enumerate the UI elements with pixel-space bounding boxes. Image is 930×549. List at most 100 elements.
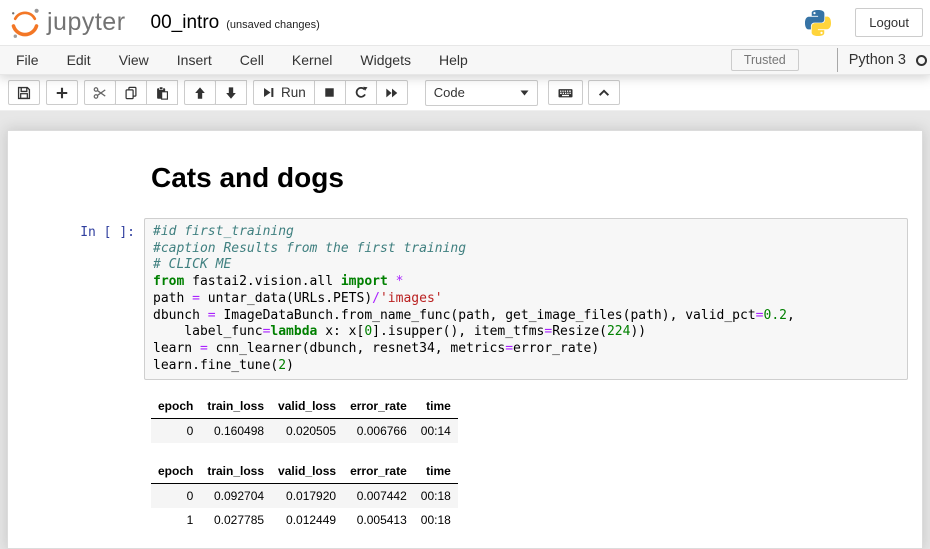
code-cell[interactable]: In [ ]: #id first_training#caption Resul…	[8, 218, 922, 548]
table-row: 00.0927040.0179200.00744200:18	[151, 484, 458, 509]
code-line: dbunch = ImageDataBunch.from_name_func(p…	[153, 308, 899, 325]
column-header: error_rate	[343, 459, 414, 484]
menubar-right: Trusted Python 3	[731, 48, 930, 72]
column-header: epoch	[151, 459, 200, 484]
table-cell: 0.017920	[271, 484, 343, 509]
code-line: learn.fine_tune(2)	[153, 358, 899, 375]
training-table-1: epochtrain_lossvalid_losserror_ratetime0…	[151, 394, 458, 443]
toggle-toolbar-button[interactable]	[588, 80, 620, 105]
kernel-idle-icon	[916, 55, 927, 66]
code-line: #id first_training	[153, 224, 899, 241]
table-cell: 0.020505	[271, 419, 343, 444]
markdown-cell-prompt	[8, 162, 144, 194]
jupyter-logo-icon	[8, 6, 42, 40]
code-editor[interactable]: #id first_training#caption Results from …	[144, 218, 908, 380]
paste-cell-button[interactable]	[146, 80, 178, 105]
restart-icon	[354, 86, 368, 100]
run-label: Run	[281, 85, 306, 100]
menu-item-view[interactable]: View	[105, 47, 163, 73]
table-cell: 0.007442	[343, 484, 414, 509]
logout-button[interactable]: Logout	[855, 8, 923, 37]
table-cell: 00:18	[414, 508, 458, 532]
trusted-badge[interactable]: Trusted	[731, 49, 799, 71]
move-cell-down-button[interactable]	[215, 80, 247, 105]
menubar: File Edit View Insert Cell Kernel Widget…	[0, 45, 930, 75]
cell-type-select[interactable]: Code	[425, 80, 538, 106]
brand-text: jupyter	[47, 8, 126, 37]
menu-item-edit[interactable]: Edit	[53, 47, 105, 73]
code-line: # CLICK ME	[153, 257, 899, 274]
notebook-title[interactable]: 00_intro	[151, 12, 220, 34]
add-cell-icon	[55, 86, 69, 100]
menu-item-file[interactable]: File	[2, 47, 53, 73]
table-cell: 0.027785	[200, 508, 271, 532]
cut-icon	[93, 86, 107, 100]
menu-item-kernel[interactable]: Kernel	[278, 47, 346, 73]
paste-icon	[155, 86, 169, 100]
table-row: 00.1604980.0205050.00676600:14	[151, 419, 458, 444]
code-line: #caption Results from the first training	[153, 241, 899, 258]
jupyter-logo-link[interactable]: jupyter	[8, 6, 126, 40]
run-icon	[262, 86, 275, 99]
column-header: time	[414, 459, 458, 484]
code-line: label_func=lambda x: x[0].isupper(), ite…	[153, 324, 899, 341]
column-header: valid_loss	[271, 394, 343, 419]
table-cell: 0	[151, 484, 200, 509]
arrow-down-icon	[224, 86, 238, 100]
table-cell: 0.005413	[343, 508, 414, 532]
dropdown-caret-icon	[520, 90, 529, 96]
python-icon	[805, 10, 831, 36]
input-prompt: In [ ]:	[8, 218, 144, 548]
header-right: Logout	[805, 8, 930, 37]
kernel-name: Python 3	[849, 52, 906, 68]
table-cell: 0.006766	[343, 419, 414, 444]
copy-icon	[124, 86, 138, 100]
table-cell: 1	[151, 508, 200, 532]
table-cell: 00:14	[414, 419, 458, 444]
restart-kernel-button[interactable]	[345, 80, 377, 105]
column-header: train_loss	[200, 459, 271, 484]
menu-item-cell[interactable]: Cell	[226, 47, 278, 73]
notebook-container: Cats and dogs In [ ]: #id first_training…	[7, 130, 923, 549]
arrow-up-icon	[193, 86, 207, 100]
table-row: 10.0277850.0124490.00541300:18	[151, 508, 458, 532]
notebook-site: Cats and dogs In [ ]: #id first_training…	[0, 111, 930, 549]
cut-cell-button[interactable]	[84, 80, 116, 105]
code-line: path = untar_data(URLs.PETS)/'images'	[153, 291, 899, 308]
keyboard-icon	[557, 86, 574, 100]
add-cell-button[interactable]	[46, 80, 78, 105]
table-cell: 00:18	[414, 484, 458, 509]
training-table-2: epochtrain_lossvalid_losserror_ratetime0…	[151, 459, 458, 532]
cell-type-value: Code	[434, 85, 465, 100]
top-row: jupyter 00_intro (unsaved changes) Logou…	[0, 0, 930, 45]
interrupt-kernel-button[interactable]	[314, 80, 346, 105]
column-header: error_rate	[343, 394, 414, 419]
save-icon	[17, 86, 31, 100]
toolbar: Run Code	[0, 75, 930, 111]
run-button[interactable]: Run	[253, 80, 315, 105]
column-header: time	[414, 394, 458, 419]
stop-icon	[323, 86, 336, 99]
copy-cell-button[interactable]	[115, 80, 147, 105]
save-button[interactable]	[8, 80, 40, 105]
menu-items: File Edit View Insert Cell Kernel Widget…	[0, 47, 482, 73]
menu-item-insert[interactable]: Insert	[163, 47, 226, 73]
page-title: Cats and dogs	[144, 162, 908, 194]
header: jupyter 00_intro (unsaved changes) Logou…	[0, 0, 930, 75]
move-cell-up-button[interactable]	[184, 80, 216, 105]
column-header: epoch	[151, 394, 200, 419]
kernel-indicator-area: Python 3	[837, 48, 930, 72]
markdown-cell-content: Cats and dogs	[144, 162, 908, 194]
command-palette-button[interactable]	[548, 80, 583, 105]
markdown-cell[interactable]: Cats and dogs	[8, 162, 922, 194]
restart-run-all-button[interactable]	[376, 80, 408, 105]
code-cell-content: #id first_training#caption Results from …	[144, 218, 908, 548]
menu-item-widgets[interactable]: Widgets	[346, 47, 425, 73]
table-cell: 0	[151, 419, 200, 444]
chevron-up-icon	[597, 86, 611, 100]
code-line: from fastai2.vision.all import *	[153, 274, 899, 291]
menu-item-help[interactable]: Help	[425, 47, 482, 73]
table-cell: 0.160498	[200, 419, 271, 444]
table-cell: 0.012449	[271, 508, 343, 532]
checkpoint-status: (unsaved changes)	[226, 19, 320, 31]
